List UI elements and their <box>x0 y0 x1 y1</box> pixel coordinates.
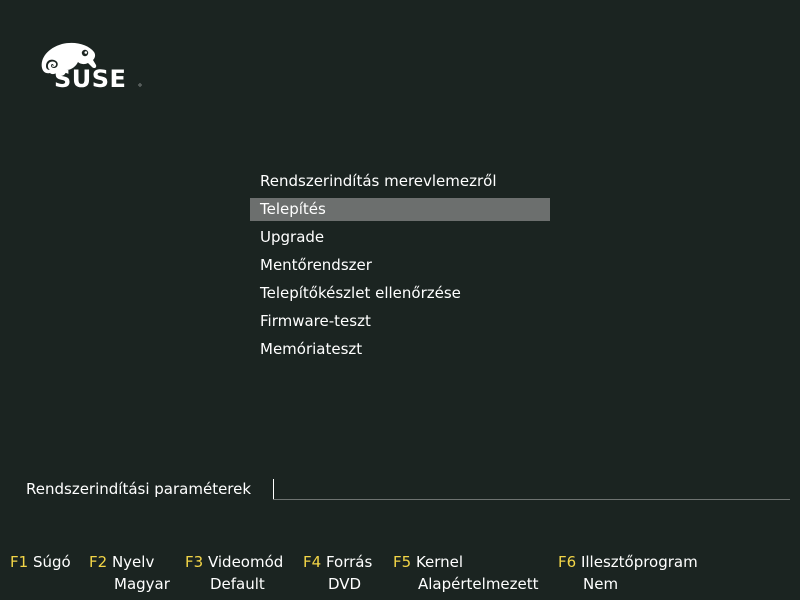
fkey-f3: F3 <box>185 553 204 571</box>
fkey-kernel[interactable]: F5 Kernel Alapértelmezett <box>393 551 539 595</box>
menu-item-check-media[interactable]: Telepítőkészlet ellenőrzése <box>250 282 550 305</box>
menu-item-upgrade[interactable]: Upgrade <box>250 226 550 249</box>
fkey-f1: F1 <box>10 553 29 571</box>
logo-wordmark: SUSE <box>54 65 126 93</box>
fkey-driver-value: Nem <box>583 575 619 593</box>
fkey-kernel-label: Kernel <box>415 553 464 571</box>
fkey-source-label: Forrás <box>325 553 373 571</box>
menu-item-firmware-test[interactable]: Firmware-teszt <box>250 310 550 333</box>
fkey-f5: F5 <box>393 553 412 571</box>
fkey-source[interactable]: F4 Forrás DVD <box>303 551 372 595</box>
menu-item-rescue-system[interactable]: Mentőrendszer <box>250 254 550 277</box>
fkey-driver[interactable]: F6 Illesztőprogram Nem <box>558 551 698 595</box>
boot-options-input[interactable] <box>273 478 790 500</box>
fkey-video-mode-label: Videomód <box>207 553 284 571</box>
fkey-f4: F4 <box>303 553 322 571</box>
fkey-driver-label: Illesztőprogram <box>580 553 698 571</box>
menu-item-memory-test[interactable]: Memóriateszt <box>250 338 550 361</box>
fkey-language-value: Magyar <box>114 575 170 593</box>
fkey-help[interactable]: F1 Súgó <box>10 551 71 573</box>
text-cursor <box>273 479 274 499</box>
menu-item-boot-hdd[interactable]: Rendszerindítás merevlemezről <box>250 170 550 193</box>
fkey-kernel-value: Alapértelmezett <box>418 575 539 593</box>
fkey-help-label: Súgó <box>32 553 71 571</box>
boot-menu: Rendszerindítás merevlemezről Telepítés … <box>250 170 550 366</box>
fkey-f6: F6 <box>558 553 577 571</box>
boot-options-label: Rendszerindítási paraméterek <box>26 480 252 498</box>
fkey-video-mode-value: Default <box>210 575 265 593</box>
fkey-f2: F2 <box>89 553 108 571</box>
suse-logo: SUSE <box>41 42 142 93</box>
fkey-video-mode[interactable]: F3 Videomód Default <box>185 551 283 595</box>
fkey-language-label: Nyelv <box>111 553 155 571</box>
boot-options-row: Rendszerindítási paraméterek <box>26 478 790 502</box>
function-key-bar: F1 Súgó F2 Nyelv Magyar F3 Videomód Defa… <box>0 551 800 597</box>
fkey-source-value: DVD <box>328 575 362 593</box>
fkey-language[interactable]: F2 Nyelv Magyar <box>89 551 170 595</box>
menu-item-install[interactable]: Telepítés <box>250 198 550 221</box>
